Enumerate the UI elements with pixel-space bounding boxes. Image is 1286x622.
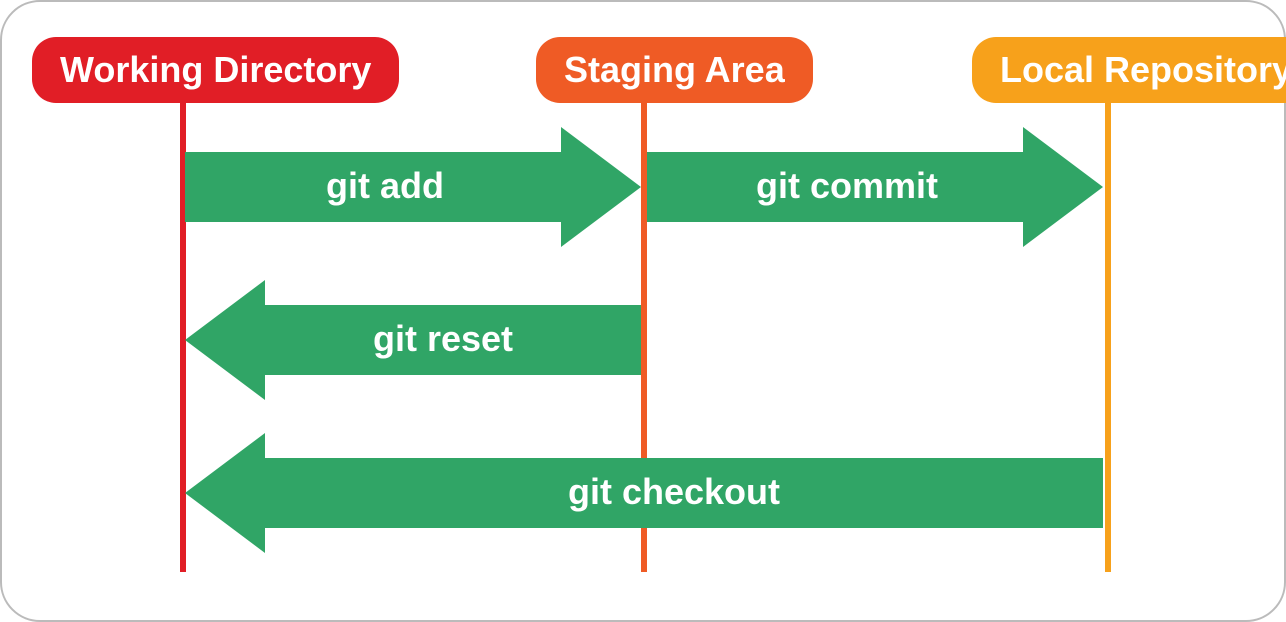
local-repo-label: Local Repository — [1000, 49, 1286, 90]
arrow-git-commit — [647, 127, 1103, 247]
arrow-git-reset — [185, 280, 641, 400]
working-dir-label: Working Directory — [60, 49, 371, 90]
local-repo-box: Local Repository — [972, 37, 1286, 103]
git-workflow-diagram: git add git commit git reset git checkou… — [0, 0, 1286, 622]
staging-box: Staging Area — [536, 37, 813, 103]
staging-label: Staging Area — [564, 49, 785, 90]
local-repo-line — [1105, 82, 1111, 572]
arrow-git-checkout — [185, 433, 1103, 553]
working-dir-box: Working Directory — [32, 37, 399, 103]
arrow-git-add — [185, 127, 641, 247]
